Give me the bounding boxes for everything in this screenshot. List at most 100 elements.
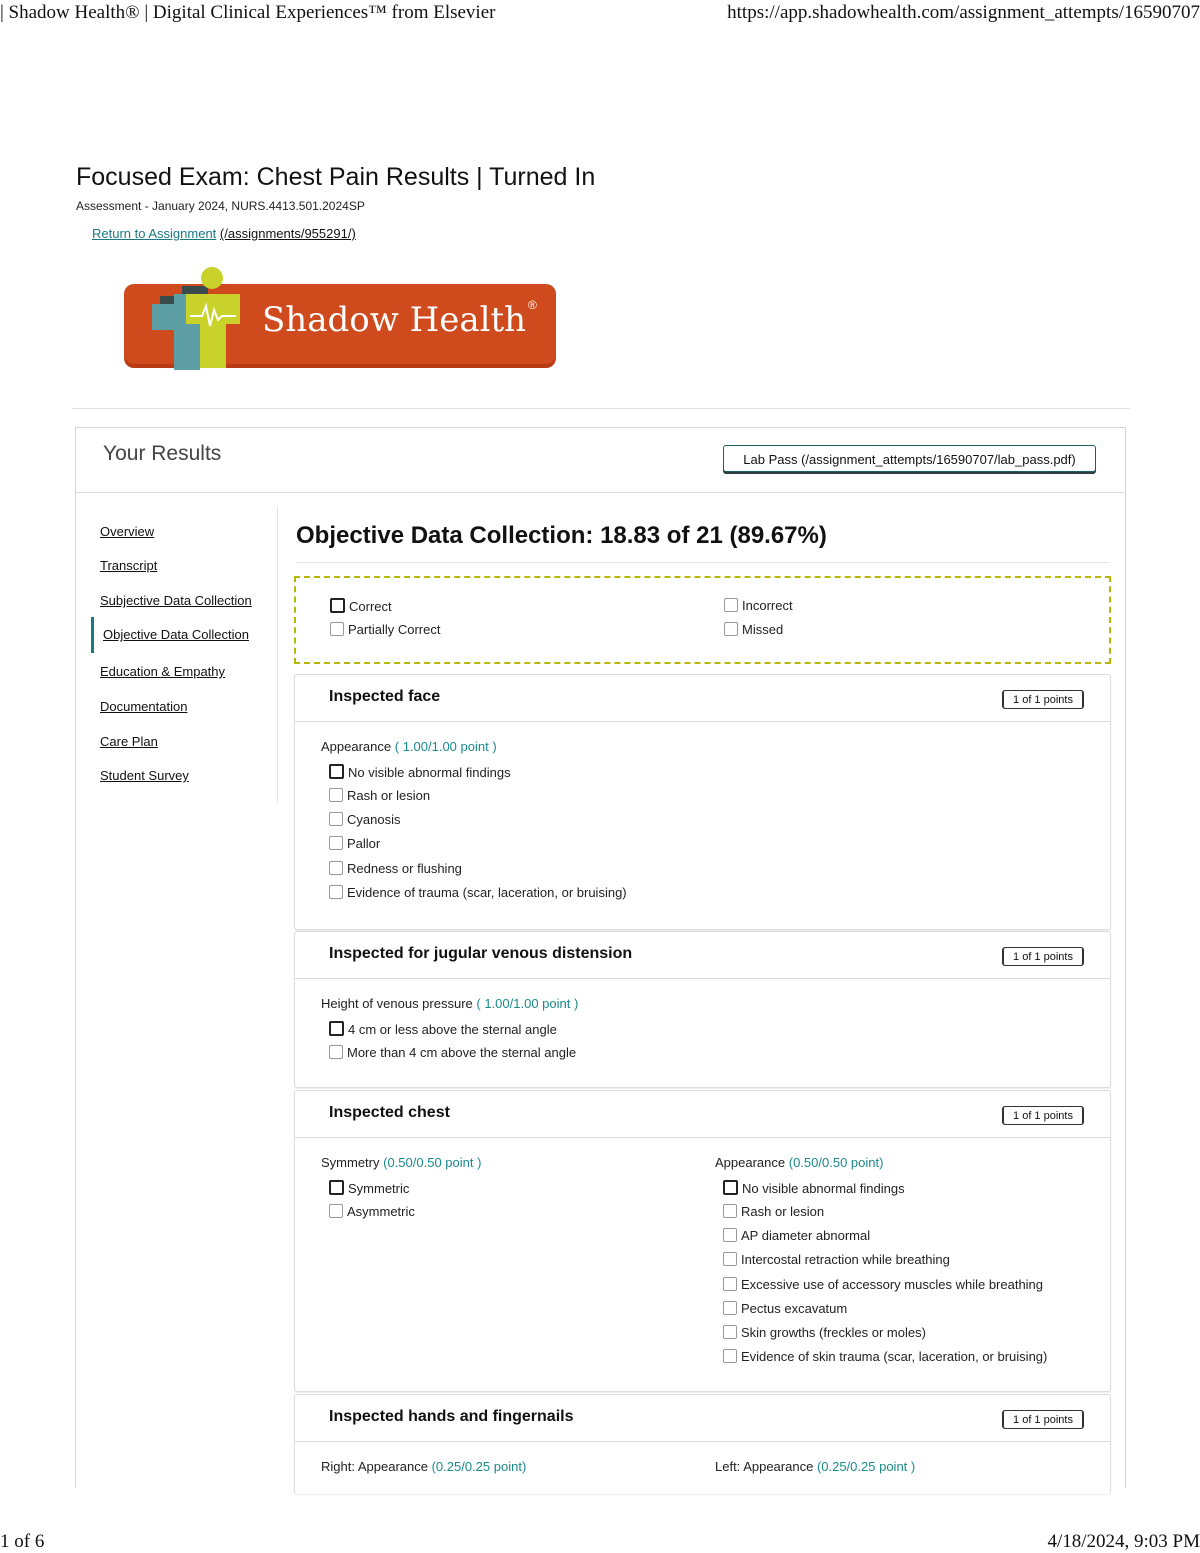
- option-label: Asymmetric: [347, 1204, 415, 1219]
- question-text: Symmetry: [321, 1155, 380, 1170]
- question-text: Height of venous pressure: [321, 996, 473, 1011]
- question-score: (0.25/0.25 point): [431, 1459, 527, 1474]
- option-item: Intercostal retraction while breathing: [723, 1252, 950, 1267]
- nav-documentation[interactable]: Documentation: [100, 699, 187, 714]
- return-to-assignment: Return to Assignment (/assignments/95529…: [92, 226, 356, 241]
- legend-partially-correct: Partially Correct: [330, 622, 440, 637]
- option-label: Pectus excavatum: [741, 1301, 848, 1316]
- option-item: 4 cm or less above the sternal angle: [329, 1021, 557, 1037]
- question-text: Appearance: [321, 739, 392, 754]
- section-header: Inspected face 1 of 1 points: [295, 675, 1110, 722]
- option-label: Excessive use of accessory muscles while…: [741, 1277, 1044, 1292]
- checkbox-icon: [723, 1252, 737, 1266]
- option-item: Rash or lesion: [723, 1204, 824, 1219]
- option-label: No visible abnormal findings: [348, 765, 511, 780]
- print-header-title: | Shadow Health® | Digital Clinical Expe…: [0, 2, 496, 23]
- logo-text: Shadow Health: [262, 300, 527, 340]
- checkbox-icon: [723, 1204, 737, 1218]
- section-header: Inspected hands and fingernails 1 of 1 p…: [295, 1395, 1110, 1442]
- question-label: Right: Appearance (0.25/0.25 point): [321, 1459, 526, 1474]
- option-item: Pallor: [329, 836, 380, 851]
- nav-care-plan[interactable]: Care Plan: [100, 734, 158, 749]
- question-score: (0.25/0.25 point ): [816, 1459, 916, 1474]
- return-to-assignment-link[interactable]: Return to Assignment: [92, 226, 216, 241]
- nav-transcript[interactable]: Transcript: [100, 558, 157, 573]
- legend-correct: Correct: [330, 598, 392, 614]
- nav-student-survey[interactable]: Student Survey: [100, 768, 189, 783]
- page-subtitle: Assessment - January 2024, NURS.4413.501…: [76, 199, 365, 213]
- print-header: | Shadow Health® | Digital Clinical Expe…: [0, 2, 1200, 26]
- checkbox-icon: [329, 885, 343, 899]
- checkbox-icon: [329, 812, 343, 826]
- logo-registered-mark: ®: [528, 298, 537, 312]
- option-item: No visible abnormal findings: [723, 1180, 905, 1196]
- nav-overview[interactable]: Overview: [100, 524, 154, 539]
- title-divider: [296, 562, 1110, 563]
- option-item: Evidence of trauma (scar, laceration, or…: [329, 885, 627, 900]
- option-item: Excessive use of accessory muscles while…: [723, 1277, 1043, 1292]
- question-text: Right: Appearance: [321, 1459, 428, 1474]
- checkbox-icon: [723, 1349, 737, 1363]
- question-text: Appearance: [715, 1155, 786, 1170]
- option-label: AP diameter abnormal: [741, 1228, 871, 1243]
- lab-pass-button[interactable]: Lab Pass (/assignment_attempts/16590707/…: [723, 445, 1096, 472]
- checkbox-icon: [329, 764, 344, 779]
- section-title: Inspected face: [329, 688, 441, 705]
- option-label: Cyanosis: [347, 812, 401, 827]
- section-inspected-hands-fingernails: Inspected hands and fingernails 1 of 1 p…: [294, 1394, 1111, 1494]
- question-label: Left: Appearance (0.25/0.25 point ): [715, 1459, 915, 1474]
- question-label: Appearance (0.50/0.50 point): [715, 1155, 883, 1170]
- checkbox-icon: [330, 622, 344, 636]
- option-label: Pallor: [347, 836, 381, 851]
- option-label: Redness or flushing: [347, 861, 462, 876]
- legend-missed: Missed: [724, 622, 783, 637]
- question-score: (0.50/0.50 point): [788, 1155, 884, 1170]
- section-inspected-chest: Inspected chest 1 of 1 points Symmetry (…: [294, 1090, 1111, 1392]
- option-item: AP diameter abnormal: [723, 1228, 870, 1243]
- option-label: Rash or lesion: [347, 788, 431, 803]
- section-title: Inspected hands and fingernails: [329, 1408, 574, 1425]
- results-header: Your Results Lab Pass (/assignment_attem…: [76, 428, 1125, 493]
- return-to-assignment-path: (/assignments/955291/): [219, 226, 356, 241]
- section-jugular-venous-distension: Inspected for jugular venous distension …: [294, 931, 1111, 1088]
- section-header: Inspected chest 1 of 1 points: [295, 1091, 1110, 1138]
- option-item: Evidence of skin trauma (scar, laceratio…: [723, 1349, 1047, 1364]
- option-label: Evidence of skin trauma (scar, laceratio…: [741, 1349, 1048, 1364]
- results-card: Your Results Lab Pass (/assignment_attem…: [75, 427, 1126, 1494]
- checkbox-icon: [723, 1301, 737, 1315]
- results-sidebar-nav: Overview Transcript Subjective Data Coll…: [91, 506, 278, 803]
- checkbox-icon: [329, 788, 343, 802]
- your-results-heading: Your Results: [103, 442, 222, 465]
- checkbox-icon: [723, 1277, 737, 1291]
- checkbox-icon: [329, 1021, 344, 1036]
- option-label: Symmetric: [348, 1181, 410, 1196]
- option-label: Intercostal retraction while breathing: [741, 1252, 950, 1267]
- question-label: Height of venous pressure ( 1.00/1.00 po…: [321, 996, 578, 1011]
- section-title: Inspected chest: [329, 1104, 450, 1121]
- result-legend: Correct Incorrect Partially Correct Miss…: [294, 576, 1111, 664]
- objective-data-title: Objective Data Collection: 18.83 of 21 (…: [296, 522, 827, 549]
- section-header: Inspected for jugular venous distension …: [295, 932, 1110, 979]
- points-badge: 1 of 1 points: [1002, 690, 1084, 709]
- nav-education-empathy[interactable]: Education & Empathy: [100, 664, 225, 679]
- option-label: 4 cm or less above the sternal angle: [348, 1022, 557, 1037]
- option-item: Symmetric: [329, 1180, 409, 1196]
- checkbox-icon: [329, 836, 343, 850]
- nav-objective-data-collection[interactable]: Objective Data Collection: [91, 617, 273, 653]
- question-score: (0.50/0.50 point ): [383, 1155, 482, 1170]
- legend-label: Incorrect: [742, 598, 793, 613]
- nav-subjective-data-collection[interactable]: Subjective Data Collection: [100, 593, 252, 608]
- checkbox-icon: [329, 1204, 343, 1218]
- option-item: No visible abnormal findings: [329, 764, 511, 780]
- shadow-health-logo: Shadow Health ®: [120, 264, 560, 380]
- points-badge: 1 of 1 points: [1002, 1410, 1084, 1429]
- question-label: Appearance ( 1.00/1.00 point ): [321, 739, 497, 754]
- question-text: Left: Appearance: [715, 1459, 814, 1474]
- checkbox-icon: [723, 1180, 738, 1195]
- option-item: Redness or flushing: [329, 861, 462, 876]
- legend-label: Missed: [742, 622, 784, 637]
- points-badge: 1 of 1 points: [1002, 1106, 1084, 1125]
- checkbox-icon: [723, 1325, 737, 1339]
- option-item: Pectus excavatum: [723, 1301, 847, 1316]
- print-footer-datetime: 4/18/2024, 9:03 PM: [1047, 1531, 1200, 1552]
